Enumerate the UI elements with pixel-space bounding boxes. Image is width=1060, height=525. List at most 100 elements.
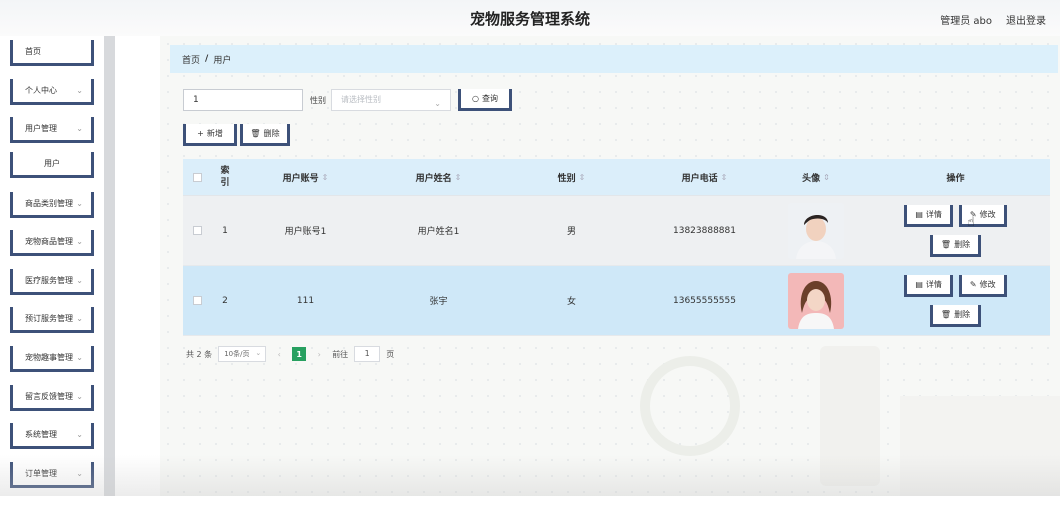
sidebar-item-label: 用户 (44, 159, 60, 168)
chevron-down-icon: ⌄ (76, 469, 83, 478)
column-header-account[interactable]: 用户账号 ⇕ (239, 159, 372, 195)
sidebar-item-home[interactable]: 首页 (10, 40, 94, 66)
sidebar-item-pet-goods-management[interactable]: 宠物商品管理 ⌄ (10, 230, 94, 256)
table-header: 索 引 用户账号 ⇕ 用户姓名 ⇕ 性别 ⇕ 用户电话 ⇕ 头像 ⇕ 操作 (183, 159, 1050, 196)
prev-page-icon[interactable]: ‹ (272, 350, 286, 359)
column-header-gender[interactable]: 性别 ⇕ (505, 159, 638, 195)
add-button[interactable]: + 新增 (183, 124, 237, 146)
batch-delete-button[interactable]: 🗑 删除 (240, 124, 290, 146)
detail-button-label: 详情 (925, 279, 942, 289)
page-size-value: 10条/页 (224, 350, 250, 358)
row-avatar-cell (771, 196, 861, 265)
background-decoration (820, 346, 880, 486)
sidebar-item-personal-center[interactable]: 个人中心 ⌄ (10, 79, 94, 105)
sidebar-item-label: 预订服务管理 (25, 314, 73, 323)
chevron-down-icon: ⌄ (76, 353, 83, 362)
column-header-phone[interactable]: 用户电话 ⇕ (638, 159, 771, 195)
edit-button-label: 修改 (979, 279, 996, 289)
row-actions: ▤ 详情 ✎ 修改 🗑 删除 (861, 266, 1050, 335)
sidebar-item-users[interactable]: 用户 (10, 152, 94, 178)
sort-icon[interactable]: ⇕ (721, 173, 728, 182)
row-gender: 女 (566, 297, 576, 307)
column-header-name[interactable]: 用户姓名 ⇕ (372, 159, 505, 195)
total-count: 共 2 条 (186, 349, 213, 359)
search-input[interactable]: 1 (183, 89, 303, 111)
chevron-down-icon: ⌄ (434, 99, 441, 108)
page-number-active[interactable]: 1 (292, 347, 307, 361)
sort-icon[interactable]: ⇕ (823, 173, 830, 182)
next-page-icon[interactable]: › (312, 350, 326, 359)
sidebar-item-label: 系统管理 (25, 430, 57, 439)
search-button[interactable]: ○ 查询 (458, 89, 512, 111)
delete-button[interactable]: 🗑 删除 (929, 234, 982, 257)
breadcrumb-home[interactable]: 首页 (182, 53, 200, 66)
row-name: 用户姓名1 (417, 227, 460, 237)
sidebar-item-medical-service-management[interactable]: 医疗服务管理 ⌄ (10, 269, 94, 295)
app-title: 宠物服务管理系统 (469, 10, 590, 28)
row-actions-line: ▤ 详情 ✎ 修改 (904, 274, 1007, 297)
select-all-checkbox[interactable] (192, 172, 202, 182)
breadcrumb-current: 用户 (213, 55, 232, 66)
hand-cursor-icon: ☝ (967, 215, 975, 230)
sidebar-item-label: 用户管理 (25, 124, 57, 133)
sidebar-item-label: 商品类别管理 (25, 199, 73, 208)
user-area: 管理员 abo 退出登录 (940, 12, 1046, 27)
delete-button-label: 删除 (263, 129, 280, 138)
page-size-select[interactable]: 10条/页 ⌄ (218, 346, 267, 362)
top-header: 宠物服务管理系统 管理员 abo 退出登录 (0, 0, 1060, 36)
sidebar-item-pet-stories-management[interactable]: 宠物趣事管理 ⌄ (10, 346, 94, 372)
avatar[interactable] (788, 202, 844, 259)
sidebar-item-order-management[interactable]: 订单管理 ⌄ (10, 462, 94, 488)
chevron-down-icon: ⌄ (76, 237, 83, 246)
row-checkbox[interactable] (192, 226, 202, 235)
sidebar-item-category-management[interactable]: 商品类别管理 ⌄ (10, 192, 94, 218)
sidebar-item-feedback-management[interactable]: 留言反馈管理 ⌄ (10, 385, 94, 411)
edit-button[interactable]: ✎ 修改 (958, 274, 1007, 297)
goto-page-input[interactable]: 1 (354, 346, 381, 362)
sidebar-item-label: 宠物趣事管理 (25, 353, 73, 362)
sidebar-item-user-management[interactable]: 用户管理 ⌄ (10, 117, 94, 143)
row-checkbox[interactable] (192, 296, 202, 305)
select-all-cell (183, 159, 211, 195)
sidebar-scrollbar[interactable] (104, 36, 115, 496)
column-header-label: 操作 (946, 173, 965, 184)
sort-icon[interactable]: ⇕ (322, 173, 329, 182)
column-header-label: 用户电话 (681, 173, 718, 184)
search-button-label: 查询 (481, 94, 498, 103)
column-header-avatar[interactable]: 头像 ⇕ (771, 159, 861, 195)
sidebar-item-label: 个人中心 (25, 86, 57, 95)
main-content: 首页 / 用户 1 性别 请选择性别 ⌄ ○ 查询 + 新增 🗑 删除 索 引 … (160, 36, 1060, 496)
table-row: 2 111 张宇 女 13655555555 ▤ 详情 ✎ 修改 🗑 删除 (183, 266, 1050, 336)
sidebar-item-label: 医疗服务管理 (25, 276, 73, 285)
row-name: 张宇 (429, 297, 448, 307)
chevron-down-icon: ⌄ (76, 199, 83, 208)
delete-button[interactable]: 🗑 删除 (929, 304, 982, 327)
sidebar-item-system-management[interactable]: 系统管理 ⌄ (10, 423, 94, 449)
current-user[interactable]: 管理员 abo (940, 12, 992, 27)
row-avatar-cell (771, 266, 861, 335)
table-row: 1 用户账号1 用户姓名1 男 13823888881 ▤ 详情 ✎ 修改 🗑 … (183, 196, 1050, 266)
user-table: 索 引 用户账号 ⇕ 用户姓名 ⇕ 性别 ⇕ 用户电话 ⇕ 头像 ⇕ 操作 1 用户账号1… (183, 159, 1050, 336)
detail-button[interactable]: ▤ 详情 (904, 204, 953, 227)
logout-link[interactable]: 退出登录 (1006, 12, 1046, 27)
sidebar-item-booking-service-management[interactable]: 预订服务管理 ⌄ (10, 307, 94, 333)
sidebar-item-label: 订单管理 (25, 469, 57, 478)
chevron-down-icon: ⌄ (76, 124, 83, 133)
background-decoration (640, 356, 740, 456)
pagination: 共 2 条 10条/页 ⌄ ‹ 1 › 前往 1 页 (186, 346, 394, 362)
sort-icon[interactable]: ⇕ (579, 173, 586, 182)
background-decoration (900, 396, 1060, 496)
column-header-label: 用户账号 (282, 173, 319, 184)
detail-button[interactable]: ▤ 详情 (904, 274, 953, 297)
gender-select[interactable]: 请选择性别 ⌄ (331, 89, 451, 111)
chevron-down-icon: ⌄ (76, 430, 83, 439)
trash-icon: 🗑 (940, 239, 952, 249)
delete-button-label: 删除 (954, 239, 971, 249)
breadcrumb-separator: / (205, 54, 209, 64)
row-select-cell (183, 266, 211, 335)
add-button-label: 新增 (206, 129, 223, 138)
sort-icon[interactable]: ⇕ (455, 173, 462, 182)
row-phone: 13655555555 (673, 295, 736, 306)
avatar[interactable] (788, 272, 844, 329)
chevron-down-icon: ⌄ (76, 392, 83, 401)
